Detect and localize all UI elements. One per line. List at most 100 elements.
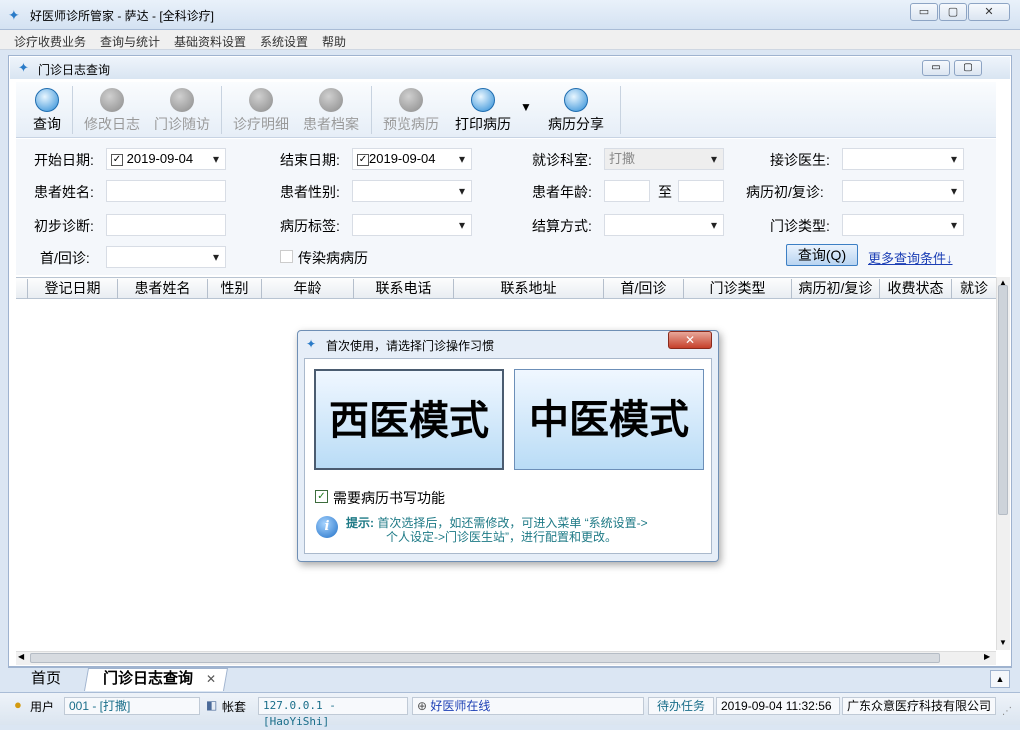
treatment-detail-button[interactable]: 诊疗明细 (228, 84, 294, 136)
doctor-select[interactable] (842, 148, 964, 170)
menu-system-settings[interactable]: 系统设置 (260, 33, 308, 50)
writing-checkbox-label: 需要病历书写功能 (333, 490, 445, 506)
account-icon: ◧ (206, 698, 218, 712)
server-value: 127.0.0.1 - [HaoYiShi] (258, 697, 408, 728)
child-icon: ✦ (18, 60, 29, 75)
western-mode-button[interactable]: 西医模式 (314, 369, 504, 470)
dialog-close-button[interactable]: ✕ (668, 331, 712, 349)
clinic-type-label: 门诊类型: (770, 218, 830, 234)
column-visit[interactable]: 就诊 (952, 279, 996, 299)
user-icon: ● (14, 697, 22, 712)
gender-select[interactable] (352, 180, 472, 202)
child-minimize-button[interactable]: ▭ (922, 60, 950, 76)
resize-grip-icon[interactable]: ⋰ (1002, 706, 1012, 717)
online-status[interactable]: ⊕ 好医师在线 (412, 697, 644, 715)
print-dropdown-arrow[interactable]: ▼ (520, 100, 532, 114)
column-clinic-type[interactable]: 门诊类型 (684, 279, 792, 299)
column-visit-type[interactable]: 病历初/复诊 (792, 279, 880, 299)
print-record-button[interactable]: 打印病历 (450, 84, 516, 136)
preview-icon (399, 88, 423, 112)
column-phone[interactable]: 联系电话 (354, 279, 454, 299)
column-age[interactable]: 年龄 (262, 279, 354, 299)
gender-label: 患者性别: (280, 184, 340, 200)
column-gender[interactable]: 性别 (208, 279, 262, 299)
query-button[interactable]: 查询(Q) (786, 244, 858, 266)
column-header[interactable] (16, 279, 28, 299)
minimize-button[interactable]: ▭ (910, 3, 938, 21)
first-return-select[interactable] (106, 246, 226, 268)
horizontal-scroll-thumb[interactable] (30, 653, 940, 663)
end-date-picker[interactable]: ✓ 2019-09-04 (352, 148, 472, 170)
start-date-label: 开始日期: (34, 152, 94, 168)
search-icon (35, 88, 59, 112)
visit-type-select[interactable] (842, 180, 964, 202)
age-to-input[interactable] (678, 180, 724, 202)
child-title-bar (10, 57, 1010, 79)
dept-label: 就诊科室: (532, 152, 592, 168)
column-patient-name[interactable]: 患者姓名 (118, 279, 208, 299)
patient-record-button[interactable]: 患者档案 (298, 84, 364, 136)
column-charge-status[interactable]: 收费状态 (880, 279, 952, 299)
share-icon (564, 88, 588, 112)
printer-icon (471, 88, 495, 112)
first-return-label: 首/回诊: (40, 250, 90, 266)
vertical-scroll-thumb[interactable] (998, 285, 1008, 515)
maximize-button[interactable]: ▢ (939, 3, 967, 21)
visit-type-label: 病历初/复诊: (746, 184, 824, 200)
menu-query-stats[interactable]: 查询与统计 (100, 33, 160, 50)
dept-select[interactable]: 打撒 (604, 148, 724, 170)
tab-scroll-up-icon[interactable]: ▲ (990, 670, 1010, 688)
close-button[interactable]: ✕ (968, 3, 1010, 21)
preview-record-button[interactable]: 预览病历 (378, 84, 444, 136)
query-tool-button[interactable]: 查询 (28, 84, 66, 136)
todo-tasks[interactable]: 待办任务 (648, 697, 714, 715)
doctor-label: 接诊医生: (770, 152, 830, 168)
share-record-button[interactable]: 病历分享 (542, 84, 610, 136)
child-maximize-button[interactable]: ▢ (954, 60, 982, 76)
edit-log-button[interactable]: 修改日志 (80, 84, 144, 136)
toolbar-separator (221, 86, 222, 134)
scroll-right-arrow[interactable]: ▶ (984, 652, 990, 661)
dialog-title: 首次使用，请选择门诊操作习惯 (326, 339, 495, 353)
child-window-title: 门诊日志查询 (38, 63, 111, 77)
end-date-label: 结束日期: (280, 152, 340, 168)
start-date-checkbox[interactable]: ✓ (111, 153, 123, 166)
infectious-label: 传染病病历 (298, 250, 368, 266)
followup-button[interactable]: 门诊随访 (150, 84, 214, 136)
menu-billing[interactable]: 诊疗收费业务 (14, 33, 86, 50)
tab-home[interactable]: 首页 (16, 669, 76, 691)
column-address[interactable]: 联系地址 (454, 279, 604, 299)
diagnosis-label: 初步诊断: (34, 218, 94, 234)
end-date-checkbox[interactable]: ✓ (357, 153, 369, 166)
age-label: 患者年龄: (532, 184, 592, 200)
patient-name-input[interactable] (106, 180, 226, 202)
settlement-select[interactable] (604, 214, 724, 236)
info-icon: i (316, 516, 338, 538)
company-name: 广东众意医疗科技有限公司 (842, 697, 996, 715)
edit-icon (100, 88, 124, 112)
menu-base-settings[interactable]: 基础资料设置 (174, 33, 246, 50)
menu-help[interactable]: 帮助 (322, 33, 346, 50)
followup-icon (170, 88, 194, 112)
column-register-date[interactable]: 登记日期 (28, 279, 118, 299)
tcm-mode-button[interactable]: 中医模式 (514, 369, 704, 470)
toolbar-separator (620, 86, 621, 134)
scroll-down-arrow[interactable]: ▼ (999, 638, 1007, 647)
age-from-input[interactable] (604, 180, 650, 202)
patient-name-label: 患者姓名: (34, 184, 94, 200)
record-tag-label: 病历标签: (280, 218, 340, 234)
tab-close-icon[interactable]: ✕ (204, 669, 218, 691)
record-icon (319, 88, 343, 112)
scroll-left-arrow[interactable]: ◀ (18, 652, 24, 661)
globe-icon: ⊕ (417, 699, 428, 713)
infectious-checkbox[interactable] (280, 250, 293, 263)
record-tag-select[interactable] (352, 214, 472, 236)
user-label: 用户 (30, 700, 55, 714)
tab-clinic-log[interactable]: 门诊日志查询 (96, 669, 200, 691)
start-date-picker[interactable]: ✓ 2019-09-04 (106, 148, 226, 170)
diagnosis-input[interactable] (106, 214, 226, 236)
writing-checkbox[interactable]: ✓ (315, 490, 328, 503)
column-first-return[interactable]: 首/回诊 (604, 279, 684, 299)
more-conditions-link[interactable]: 更多查询条件↓ (868, 248, 953, 267)
clinic-type-select[interactable] (842, 214, 964, 236)
